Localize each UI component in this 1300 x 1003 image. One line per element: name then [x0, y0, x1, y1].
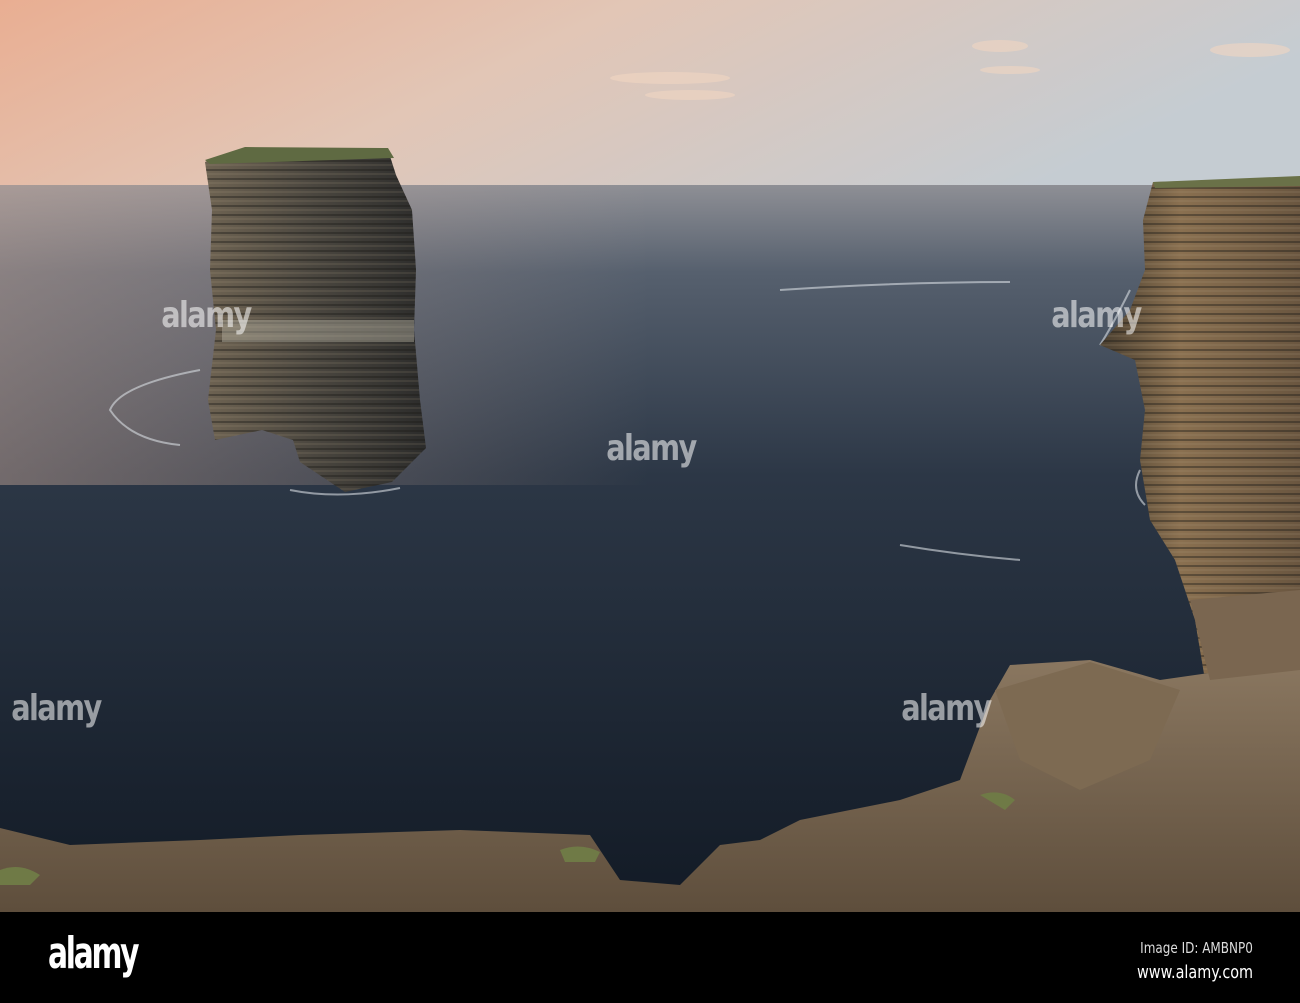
watermark: alamy: [11, 688, 102, 729]
watermark: alamy: [1051, 295, 1142, 336]
watermark: alamy: [161, 295, 252, 336]
site-url: www.alamy.com: [1136, 962, 1253, 983]
footer-bar: alamy Image ID: AMBNP0 www.alamy.com: [0, 912, 1300, 1003]
watermark: alamy: [901, 688, 992, 729]
stock-photo: alamy alamy alamy alamy alamy alamy Imag…: [0, 0, 1300, 1003]
image-id: Image ID: AMBNP0: [1140, 939, 1253, 957]
alamy-logo: alamy: [48, 928, 140, 979]
watermark: alamy: [606, 428, 697, 469]
